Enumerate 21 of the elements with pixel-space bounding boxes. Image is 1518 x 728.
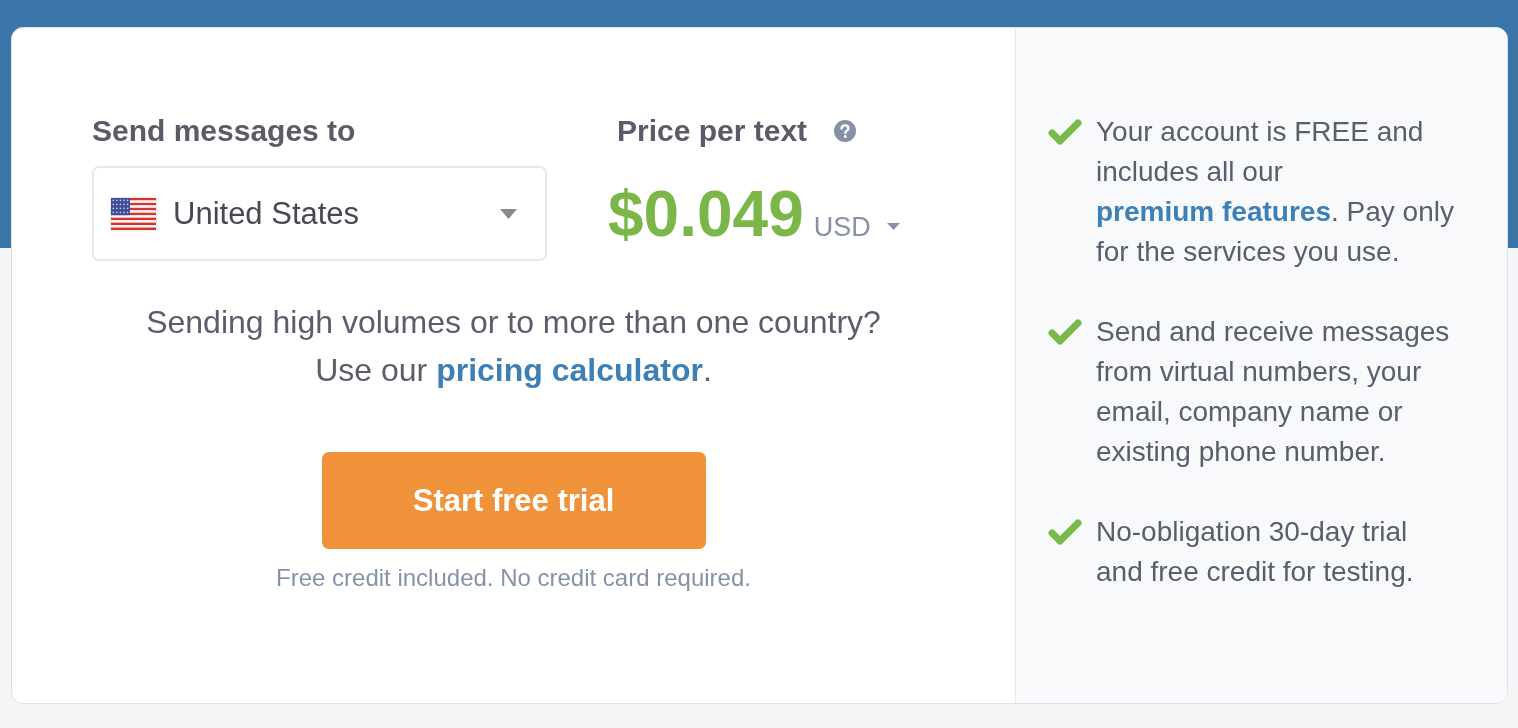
volume-question: Sending high volumes or to more than one country? bbox=[145, 303, 882, 342]
price-label: Price per text bbox=[617, 113, 808, 149]
country-select[interactable]: United States bbox=[92, 166, 547, 261]
feature-text: No-obligation 30-day trial and free credit for testing. bbox=[1096, 515, 1415, 589]
currency-select[interactable]: USD bbox=[813, 210, 900, 243]
premium-features-link[interactable]: premium features bbox=[1096, 196, 1331, 227]
pricing-calculator-link[interactable]: pricing calculator bbox=[436, 352, 703, 388]
calculator-sentence: Use our pricing calculator. bbox=[314, 351, 713, 390]
trial-note: Free credit included. No credit card required. bbox=[275, 563, 752, 593]
check-icon bbox=[1048, 319, 1082, 345]
check-icon bbox=[1048, 519, 1082, 545]
help-icon bbox=[834, 120, 857, 142]
feature-text: Your account is FREE and includes all our premium features. Pay only for the services you use. bbox=[1096, 115, 1455, 269]
feature-text: Send and receive messages from virtual numbers, your email, company name or existing phone number. bbox=[1096, 315, 1451, 469]
flag-icon bbox=[111, 197, 156, 230]
caret-icon bbox=[500, 208, 517, 219]
price-value: $0.049 bbox=[608, 178, 804, 249]
check-icon bbox=[1048, 119, 1082, 145]
destination-label: Send messages to bbox=[92, 113, 357, 149]
caret-icon bbox=[886, 223, 900, 230]
start-trial-button[interactable]: Start free trial bbox=[321, 452, 706, 549]
